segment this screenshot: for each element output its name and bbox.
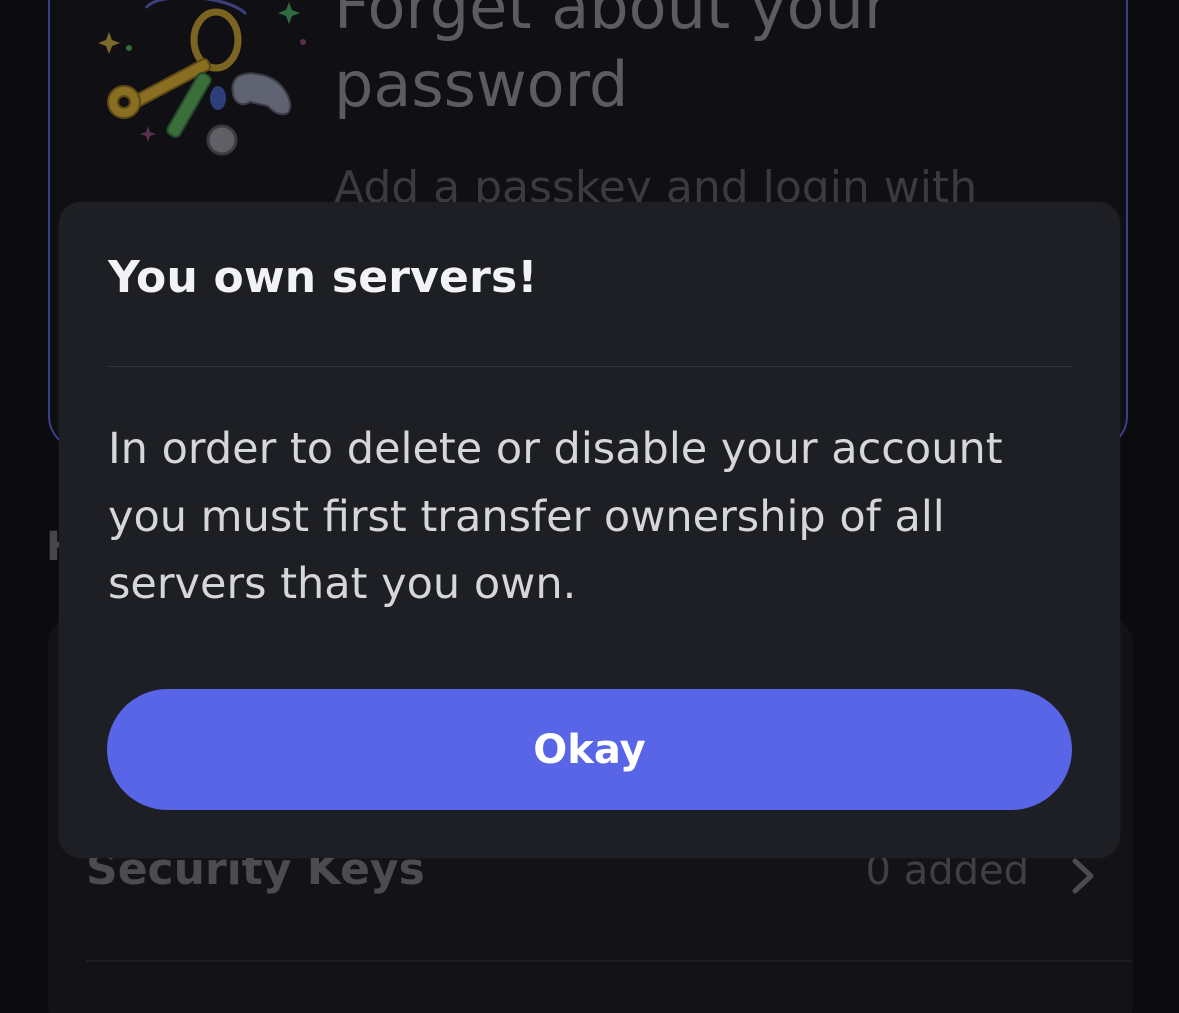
- own-servers-dialog: You own servers! In order to delete or d…: [59, 202, 1120, 858]
- promo-title: Forget about your password: [334, 0, 890, 121]
- row-divider: [86, 960, 1133, 962]
- dialog-divider: [108, 366, 1072, 367]
- account-settings-screen: Forget about your password Add a passkey…: [0, 0, 1179, 1013]
- okay-button[interactable]: Okay: [107, 689, 1072, 810]
- keychain-illustration-icon: [98, 0, 306, 156]
- chevron-right-icon: [1072, 858, 1094, 894]
- dialog-title: You own servers!: [108, 252, 538, 303]
- dialog-message: In order to delete or disable your accou…: [108, 424, 1003, 609]
